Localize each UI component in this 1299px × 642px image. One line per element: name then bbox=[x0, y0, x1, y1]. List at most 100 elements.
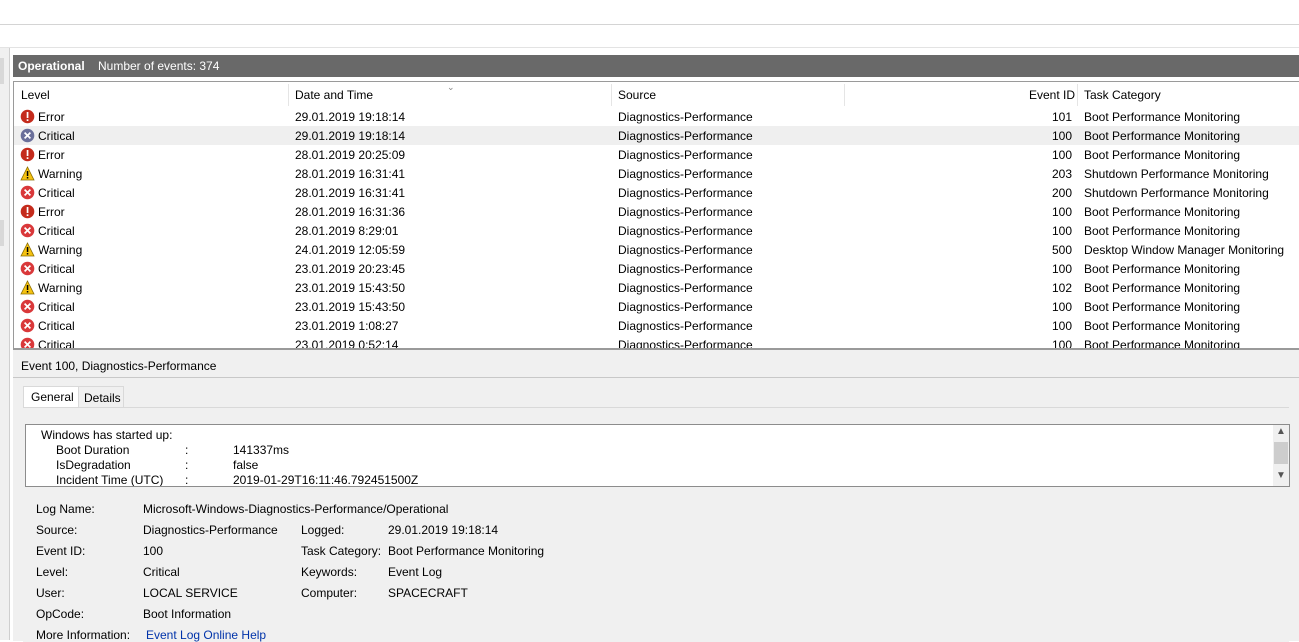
task-category-cell: Boot Performance Monitoring bbox=[1084, 319, 1241, 333]
event-id-cell: 100 bbox=[1051, 148, 1072, 162]
source-cell: Diagnostics-Performance bbox=[618, 110, 753, 124]
critical-icon bbox=[20, 223, 35, 238]
datetime-cell: 23.01.2019 1:08:27 bbox=[295, 319, 399, 333]
tab-general[interactable]: General bbox=[23, 386, 79, 408]
logged-value: 29.01.2019 19:18:14 bbox=[388, 523, 499, 537]
table-row[interactable]: Critical 23.01.2019 1:08:27 Diagnostics-Pe… bbox=[14, 316, 1299, 335]
task-category-cell: Boot Performance Monitoring bbox=[1084, 262, 1241, 276]
critical-icon bbox=[20, 128, 35, 143]
left-pane-edge[interactable] bbox=[0, 48, 10, 640]
table-row[interactable]: Warning 24.01.2019 12:05:59 Diagnostics-Pe… bbox=[14, 240, 1299, 259]
table-row[interactable]: Warning 28.01.2019 16:31:41 Diagnostics-Pe… bbox=[14, 164, 1299, 183]
column-source[interactable]: Source bbox=[618, 88, 656, 102]
pane-handle bbox=[0, 58, 4, 84]
logged-label: Logged: bbox=[301, 523, 345, 537]
table-row[interactable]: Critical 23.01.2019 20:23:45 Diagnostics-P… bbox=[14, 259, 1299, 278]
log-header: Operational Number of events: 374 bbox=[13, 55, 1299, 77]
event-id-value: 100 bbox=[143, 544, 164, 558]
source-value: Diagnostics-Performance bbox=[143, 523, 278, 537]
column-task-category[interactable]: Task Category bbox=[1084, 88, 1161, 102]
table-row[interactable]: Critical 23.01.2019 15:43:50 Diagnostics-P… bbox=[14, 297, 1299, 316]
event-id-cell: 500 bbox=[1051, 243, 1072, 257]
event-id-cell: 100 bbox=[1051, 262, 1072, 276]
task-category-label: Task Category: bbox=[301, 544, 382, 558]
column-divider[interactable] bbox=[844, 84, 845, 106]
tab-details-label: Details bbox=[84, 391, 121, 405]
description-key: Incident Time (UTC) bbox=[56, 473, 164, 487]
source-cell: Diagnostics-Performance bbox=[618, 205, 753, 219]
level-cell: Critical bbox=[38, 338, 75, 349]
table-row[interactable]: Critical 28.01.2019 8:29:01 Diagnostics-Pe… bbox=[14, 221, 1299, 240]
source-cell: Diagnostics-Performance bbox=[618, 338, 753, 349]
task-category-value: Boot Performance Monitoring bbox=[388, 544, 545, 558]
table-row[interactable]: Critical 28.01.2019 16:31:41 Diagnostics-P… bbox=[14, 183, 1299, 202]
task-category-cell: Boot Performance Monitoring bbox=[1084, 129, 1241, 143]
critical-icon bbox=[20, 318, 35, 333]
column-divider[interactable] bbox=[288, 84, 289, 106]
datetime-cell: 29.01.2019 19:18:14 bbox=[295, 110, 406, 124]
level-cell: Critical bbox=[38, 262, 75, 276]
datetime-cell: 23.01.2019 15:43:50 bbox=[295, 300, 406, 314]
sort-arrow-icon: ⌄ bbox=[447, 82, 455, 92]
description-intro: Windows has started up: bbox=[41, 428, 173, 442]
opcode-value: Boot Information bbox=[143, 607, 232, 621]
table-row[interactable]: Critical 29.01.2019 19:18:14 Diagnostics-P… bbox=[14, 126, 1299, 145]
event-id-cell: 102 bbox=[1051, 281, 1072, 295]
log-title: Operational bbox=[18, 59, 85, 73]
datetime-cell: 23.01.2019 0:52:14 bbox=[295, 338, 399, 349]
source-cell: Diagnostics-Performance bbox=[618, 186, 753, 200]
log-name-label: Log Name: bbox=[36, 502, 95, 516]
table-row[interactable]: Warning 23.01.2019 15:43:50 Diagnostics-Pe… bbox=[14, 278, 1299, 297]
table-row[interactable]: Error 28.01.2019 16:31:36 Diagnostics-Perf… bbox=[14, 202, 1299, 221]
event-description[interactable]: Windows has started up: Boot Duration : … bbox=[25, 424, 1290, 487]
description-value: 2019-01-29T16:11:46.792451500Z bbox=[233, 473, 419, 487]
event-id-cell: 100 bbox=[1051, 224, 1072, 238]
toolbar bbox=[0, 25, 1299, 48]
task-category-cell: Boot Performance Monitoring bbox=[1084, 205, 1241, 219]
event-detail-title: Event 100, Diagnostics-Performance bbox=[21, 359, 217, 373]
computer-label: Computer: bbox=[301, 586, 358, 600]
error-icon bbox=[20, 147, 35, 162]
datetime-cell: 23.01.2019 20:23:45 bbox=[295, 262, 406, 276]
table-row[interactable]: Critical 23.01.2019 0:52:14 Diagnostics-Pe… bbox=[14, 335, 1299, 349]
event-id-cell: 100 bbox=[1051, 338, 1072, 349]
source-cell: Diagnostics-Performance bbox=[618, 148, 753, 162]
source-cell: Diagnostics-Performance bbox=[618, 129, 753, 143]
critical-icon bbox=[20, 261, 35, 276]
event-id-cell: 100 bbox=[1051, 319, 1072, 333]
keywords-value: Event Log bbox=[388, 565, 443, 579]
error-icon bbox=[20, 204, 35, 219]
event-id-cell: 100 bbox=[1051, 205, 1072, 219]
datetime-cell: 23.01.2019 15:43:50 bbox=[295, 281, 406, 295]
column-level[interactable]: Level bbox=[21, 88, 50, 102]
level-cell: Critical bbox=[38, 224, 75, 238]
scroll-thumb[interactable] bbox=[1274, 442, 1288, 464]
warning-icon bbox=[20, 280, 35, 295]
scroll-down-icon[interactable]: ▼ bbox=[1276, 470, 1286, 481]
tab-details[interactable]: Details bbox=[78, 386, 124, 407]
task-category-cell: Boot Performance Monitoring bbox=[1084, 338, 1241, 349]
scroll-up-icon[interactable]: ▲ bbox=[1276, 426, 1286, 437]
table-row[interactable]: Error 29.01.2019 19:18:14 Diagnostics-Perf… bbox=[14, 107, 1299, 126]
task-category-cell: Boot Performance Monitoring bbox=[1084, 281, 1241, 295]
computer-value: SPACECRAFT bbox=[388, 586, 468, 600]
error-icon bbox=[20, 109, 35, 124]
critical-icon bbox=[20, 299, 35, 314]
events-table[interactable]: Level Date and Time ⌄ Source Event ID Ta… bbox=[13, 81, 1299, 349]
column-datetime[interactable]: Date and Time bbox=[295, 88, 373, 102]
description-scrollbar[interactable]: ▲ ▼ bbox=[1273, 425, 1289, 486]
event-count: Number of events: 374 bbox=[98, 59, 220, 73]
task-category-cell: Boot Performance Monitoring bbox=[1084, 110, 1241, 124]
level-label: Level: bbox=[36, 565, 69, 579]
column-divider[interactable] bbox=[611, 84, 612, 106]
level-cell: Critical bbox=[38, 300, 75, 314]
datetime-cell: 28.01.2019 16:31:36 bbox=[295, 205, 406, 219]
event-id-cell: 200 bbox=[1051, 186, 1072, 200]
divider bbox=[13, 377, 1299, 378]
warning-icon bbox=[20, 166, 35, 181]
pane-handle bbox=[0, 220, 4, 246]
column-event-id[interactable]: Event ID bbox=[1029, 88, 1075, 102]
table-row[interactable]: Error 28.01.2019 20:25:09 Diagnostics-Perf… bbox=[14, 145, 1299, 164]
column-divider[interactable] bbox=[1077, 84, 1078, 106]
description-sep: : bbox=[185, 473, 189, 487]
